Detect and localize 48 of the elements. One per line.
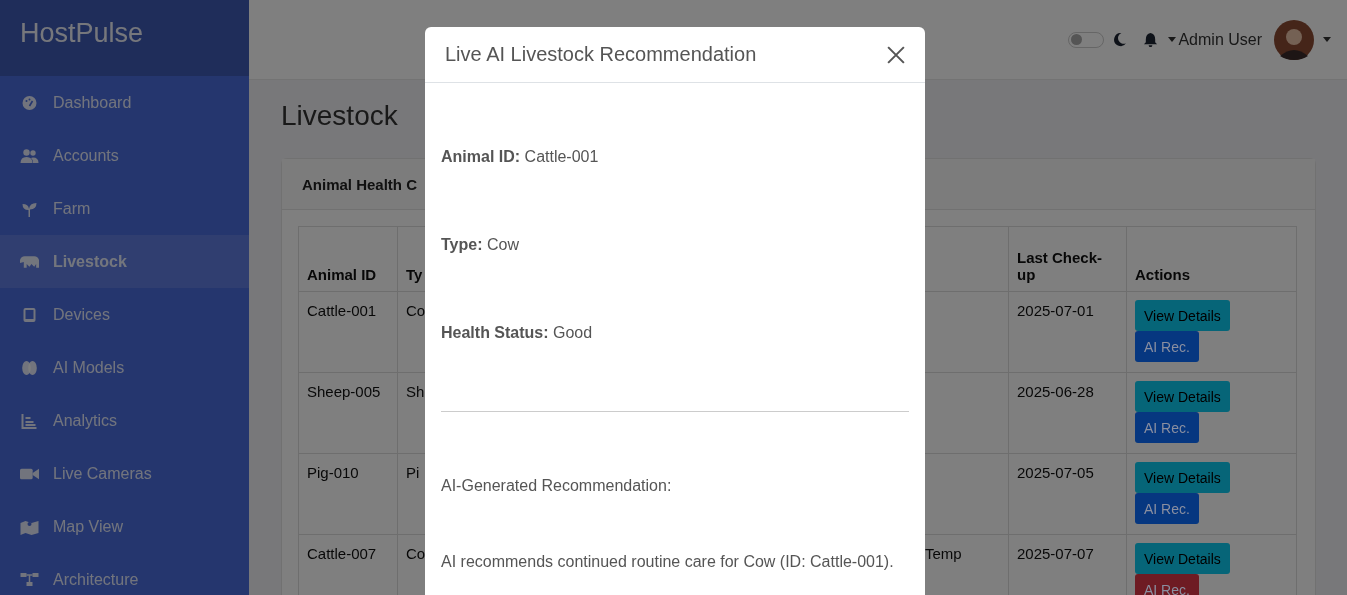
page-title: Livestock: [281, 100, 399, 132]
table-cell: Cattle-007: [298, 534, 398, 595]
column-header: Animal ID: [298, 226, 398, 292]
column-header: Actions: [1126, 226, 1297, 292]
sidebar-item[interactable]: Devices: [0, 288, 249, 341]
sidebar-item[interactable]: Architecture: [0, 553, 249, 595]
ai-recommendation-button[interactable]: AI Rec.: [1135, 574, 1199, 595]
ai-recommendation-button[interactable]: AI Rec.: [1135, 412, 1199, 443]
table-cell: 2025-06-28: [1008, 372, 1127, 454]
avatar[interactable]: [1274, 19, 1314, 60]
view-details-button[interactable]: View Details: [1135, 462, 1230, 493]
gauge-icon: [20, 94, 39, 111]
view-details-button[interactable]: View Details: [1135, 300, 1230, 331]
sidebar-item[interactable]: Map View: [0, 500, 249, 553]
sidebar-item[interactable]: Analytics: [0, 394, 249, 447]
table-cell: Sheep-005: [298, 372, 398, 454]
recommendation-text: AI recommends continued routine care for Cow (ID: Cattle-001).: [441, 552, 895, 571]
dark-mode-toggle[interactable]: [1068, 31, 1105, 48]
column-header: Last Check-up: [1008, 226, 1127, 292]
bell-icon[interactable]: [1143, 32, 1159, 47]
card-title: Animal Health C: [302, 175, 418, 193]
moon-icon[interactable]: [1112, 32, 1128, 47]
ai-recommendation-button[interactable]: AI Rec.: [1135, 493, 1199, 524]
sidebar-item[interactable]: Dashboard: [0, 76, 249, 129]
sidebar-item[interactable]: AI Models: [0, 341, 249, 394]
caret-icon[interactable]: [1323, 37, 1331, 42]
sidebar-item[interactable]: Accounts: [0, 129, 249, 182]
map-icon: [20, 518, 39, 535]
sidebar-item[interactable]: Live Cameras: [0, 447, 249, 500]
sidebar-item[interactable]: Farm: [0, 182, 249, 235]
ai-recommendation-button[interactable]: AI Rec.: [1135, 331, 1199, 362]
table-cell: 2025-07-05: [1008, 453, 1127, 535]
sitemap-icon: [20, 571, 39, 588]
modal-title: Live AI Livestock Recommendation: [445, 43, 757, 66]
brand-name[interactable]: HostPulse: [20, 17, 144, 49]
sprout-icon: [20, 200, 39, 217]
table-cell: Pig-010: [298, 453, 398, 535]
caret-icon: [1168, 37, 1177, 42]
users-icon: [20, 147, 39, 164]
view-details-button[interactable]: View Details: [1135, 543, 1230, 574]
detail-text: Animal ID: Cattle-001: [441, 147, 600, 166]
table-cell: 2025-07-01: [1008, 291, 1127, 373]
close-icon: [887, 45, 905, 64]
user-menu[interactable]: Admin User: [1168, 30, 1262, 49]
view-details-button[interactable]: View Details: [1135, 381, 1230, 412]
table-cell: Cattle-001: [298, 291, 398, 373]
chart-icon: [20, 412, 39, 429]
detail-text: Type: Cow: [441, 235, 520, 254]
